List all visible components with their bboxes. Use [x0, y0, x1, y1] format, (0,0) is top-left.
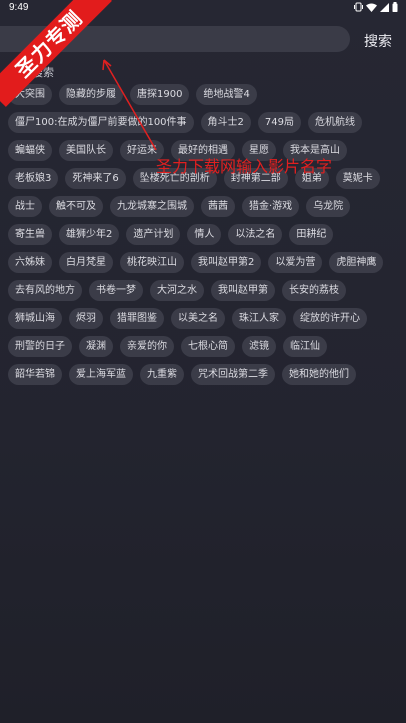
search-tag[interactable]: 莫妮卡	[335, 168, 380, 189]
search-button[interactable]: 搜索	[364, 31, 392, 51]
search-tag[interactable]: 蝙蝠侠	[8, 140, 52, 161]
search-tag[interactable]: 狮城山海	[8, 308, 62, 329]
search-tag[interactable]: 去有风的地方	[8, 280, 82, 301]
search-tag[interactable]: 触不可及	[49, 196, 103, 217]
search-tag[interactable]: 烬羽	[69, 308, 103, 329]
search-tag[interactable]: 她和她的他们	[282, 364, 356, 385]
search-tag[interactable]: 乌龙院	[306, 196, 351, 217]
search-tag[interactable]: 刑警的日子	[8, 336, 72, 357]
search-tag[interactable]: 寄生兽	[8, 224, 52, 245]
status-time: 9:49	[9, 2, 29, 13]
search-tag[interactable]: 韶华若锦	[8, 364, 62, 385]
battery-icon	[392, 2, 398, 12]
wifi-icon	[366, 3, 377, 12]
tag-row: 大突围 隐藏的步履 唐探1900 绝地战警4	[8, 84, 400, 105]
search-tag[interactable]: 美国队长	[59, 140, 113, 161]
search-tag[interactable]: 以爱为营	[268, 252, 323, 273]
search-tag[interactable]: 我叫赵甲第	[211, 280, 275, 301]
status-icons	[354, 2, 398, 12]
search-tag[interactable]: 临江仙	[283, 336, 327, 357]
search-tag[interactable]: 大河之水	[150, 280, 204, 301]
search-input[interactable]	[60, 28, 344, 52]
search-tag[interactable]: 珠江人家	[232, 308, 286, 329]
search-tag[interactable]: 隐藏的步履	[59, 84, 123, 105]
tag-row: 寄生兽 雄狮少年2 遗产计划 情人 以法之名 田耕纪	[8, 224, 400, 245]
search-tag[interactable]: 长安的荔枝	[282, 280, 346, 301]
search-tag[interactable]: 绝地战警4	[196, 84, 257, 105]
tag-row: 刑警的日子 凝渊 亲爱的你 七根心简 滤镜 临江仙	[8, 336, 400, 357]
search-tag[interactable]: 桃花映江山	[120, 252, 184, 273]
signal-icon	[380, 2, 389, 12]
search-tag[interactable]: 咒术回战第二季	[191, 364, 275, 385]
search-tag[interactable]: 以法之名	[228, 224, 283, 245]
search-tag[interactable]: 茜茜	[201, 196, 235, 217]
search-tag[interactable]: 猎金·游戏	[242, 196, 300, 217]
search-tag[interactable]: 滤镜	[242, 336, 276, 357]
annotation-text: 圣力下载网输入影片名字	[156, 157, 333, 176]
search-tag[interactable]: 雄狮少年2	[59, 224, 120, 245]
search-tag[interactable]: 虎胆神鹰	[329, 252, 384, 273]
tag-row: 战士 触不可及 九龙城寨之围城 茜茜 猎金·游戏 乌龙院	[8, 196, 400, 217]
hot-search-tags: 大突围 隐藏的步履 唐探1900 绝地战警4 僵尸100:在成为僵尸前要做的100件事角…	[8, 84, 400, 392]
search-tag[interactable]: 老板娘3	[8, 168, 59, 189]
search-tag[interactable]: 僵尸100:在成为僵尸前要做的100件事	[8, 112, 194, 133]
search-tag[interactable]: 九重紫	[140, 364, 184, 385]
tag-row: 僵尸100:在成为僵尸前要做的100件事 角斗士2 749局 危机航线	[8, 112, 400, 133]
search-tag[interactable]: 情人	[187, 224, 222, 245]
vibrate-icon	[354, 2, 363, 12]
search-tag[interactable]: 唐探1900	[130, 84, 190, 105]
search-tag[interactable]: 绽放的许开心	[293, 308, 367, 329]
search-tag[interactable]: 以美之名	[171, 308, 225, 329]
search-tag[interactable]: 九龙城寨之围城	[110, 196, 194, 217]
search-tag[interactable]: 我叫赵甲第2	[191, 252, 262, 273]
search-tag[interactable]: 亲爱的你	[120, 336, 174, 357]
search-tag[interactable]: 角斗士2	[200, 112, 251, 133]
search-tag[interactable]: 战士	[8, 196, 42, 217]
search-tag[interactable]: 749局	[257, 112, 302, 133]
search-tag[interactable]: 书卷一梦	[89, 280, 143, 301]
search-tag[interactable]: 危机航线	[308, 112, 363, 133]
search-tag[interactable]: 爱上海军蓝	[69, 364, 133, 385]
search-tag[interactable]: 死神来了6	[65, 168, 126, 189]
search-tag[interactable]: 田耕纪	[289, 224, 334, 245]
tag-row: 六姊妹 白月梵星 桃花映江山 我叫赵甲第2 以爱为营 虎胆神鹰	[8, 252, 400, 273]
search-tag[interactable]: 凝渊	[79, 336, 113, 357]
search-tag[interactable]: 白月梵星	[59, 252, 113, 273]
tag-row: 去有风的地方 书卷一梦 大河之水 我叫赵甲第 长安的荔枝	[8, 280, 400, 301]
search-tag[interactable]: 猎罪图鉴	[110, 308, 164, 329]
search-tag[interactable]: 七根心简	[181, 336, 235, 357]
search-tag[interactable]: 六姊妹	[8, 252, 52, 273]
tag-row: 韶华若锦 爱上海军蓝 九重紫 咒术回战第二季 她和她的他们	[8, 364, 400, 385]
tag-row: 狮城山海 烬羽 猎罪图鉴 以美之名 珠江人家 绽放的许开心	[8, 308, 400, 329]
search-tag[interactable]: 遗产计划	[126, 224, 181, 245]
